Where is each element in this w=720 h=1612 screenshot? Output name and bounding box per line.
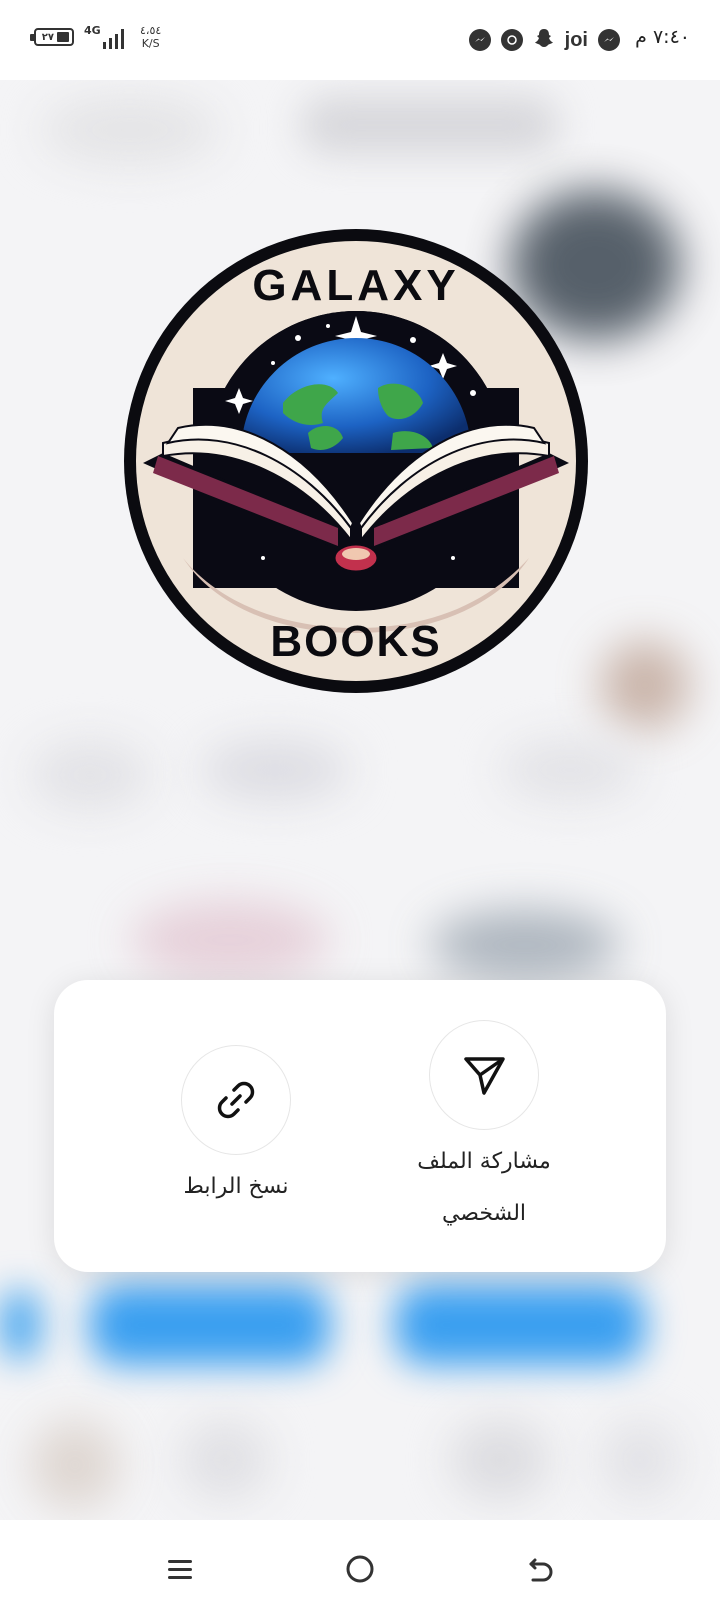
messenger-icon (468, 29, 491, 51)
send-icon (464, 1057, 505, 1095)
back-icon (529, 1558, 553, 1582)
home-button[interactable] (335, 1544, 385, 1594)
logo-bottom-text: BOOKS (270, 617, 441, 666)
copy-link-label: نسخ الرابط (183, 1174, 289, 1199)
network-type: 4G (84, 24, 101, 37)
menu-icon (168, 1560, 192, 1579)
clock: ٧:٤٠ م (635, 26, 690, 48)
notification-icons: joi (468, 22, 620, 58)
chat-icon (500, 29, 523, 51)
joi-app-icon: joi (564, 28, 588, 51)
link-icon (217, 1081, 255, 1119)
logo-top-text: GALAXY (252, 261, 459, 310)
share-profile-icon-circle[interactable] (429, 1020, 539, 1130)
speed-value: ٤،٥٤ (140, 24, 162, 37)
share-profile-label: مشاركة الملف الشخصي (384, 1136, 584, 1240)
speed-unit: K/S (141, 37, 160, 50)
share-profile-button[interactable]: مشاركة الملف الشخصي (384, 1020, 584, 1240)
copy-link-button[interactable]: نسخ الرابط (136, 1045, 336, 1213)
galaxy-books-logo: GALAXY BOOKS (124, 229, 588, 693)
copy-link-icon-circle[interactable] (181, 1045, 291, 1155)
battery-icon: ٢٧ (34, 28, 74, 46)
back-button[interactable] (515, 1544, 565, 1594)
battery-level: ٢٧ (41, 31, 54, 43)
share-sheet: مشاركة الملف الشخصي نسخ الرابط (54, 980, 666, 1272)
network-speed: ٤،٥٤ K/S (140, 24, 161, 50)
share-profile-label-line2: الشخصي (441, 1201, 527, 1226)
snapchat-icon (533, 27, 555, 53)
home-icon (346, 1555, 374, 1583)
share-profile-label-line1: مشاركة الملف (417, 1149, 551, 1174)
messenger-bolt-icon (598, 29, 620, 51)
navigation-bar (0, 1520, 720, 1612)
recent-apps-button[interactable] (155, 1544, 205, 1594)
signal-icon (103, 27, 124, 49)
status-bar: ٧:٤٠ م joi ٤،٥٤ K/S 4G ٢٧ (0, 0, 720, 80)
